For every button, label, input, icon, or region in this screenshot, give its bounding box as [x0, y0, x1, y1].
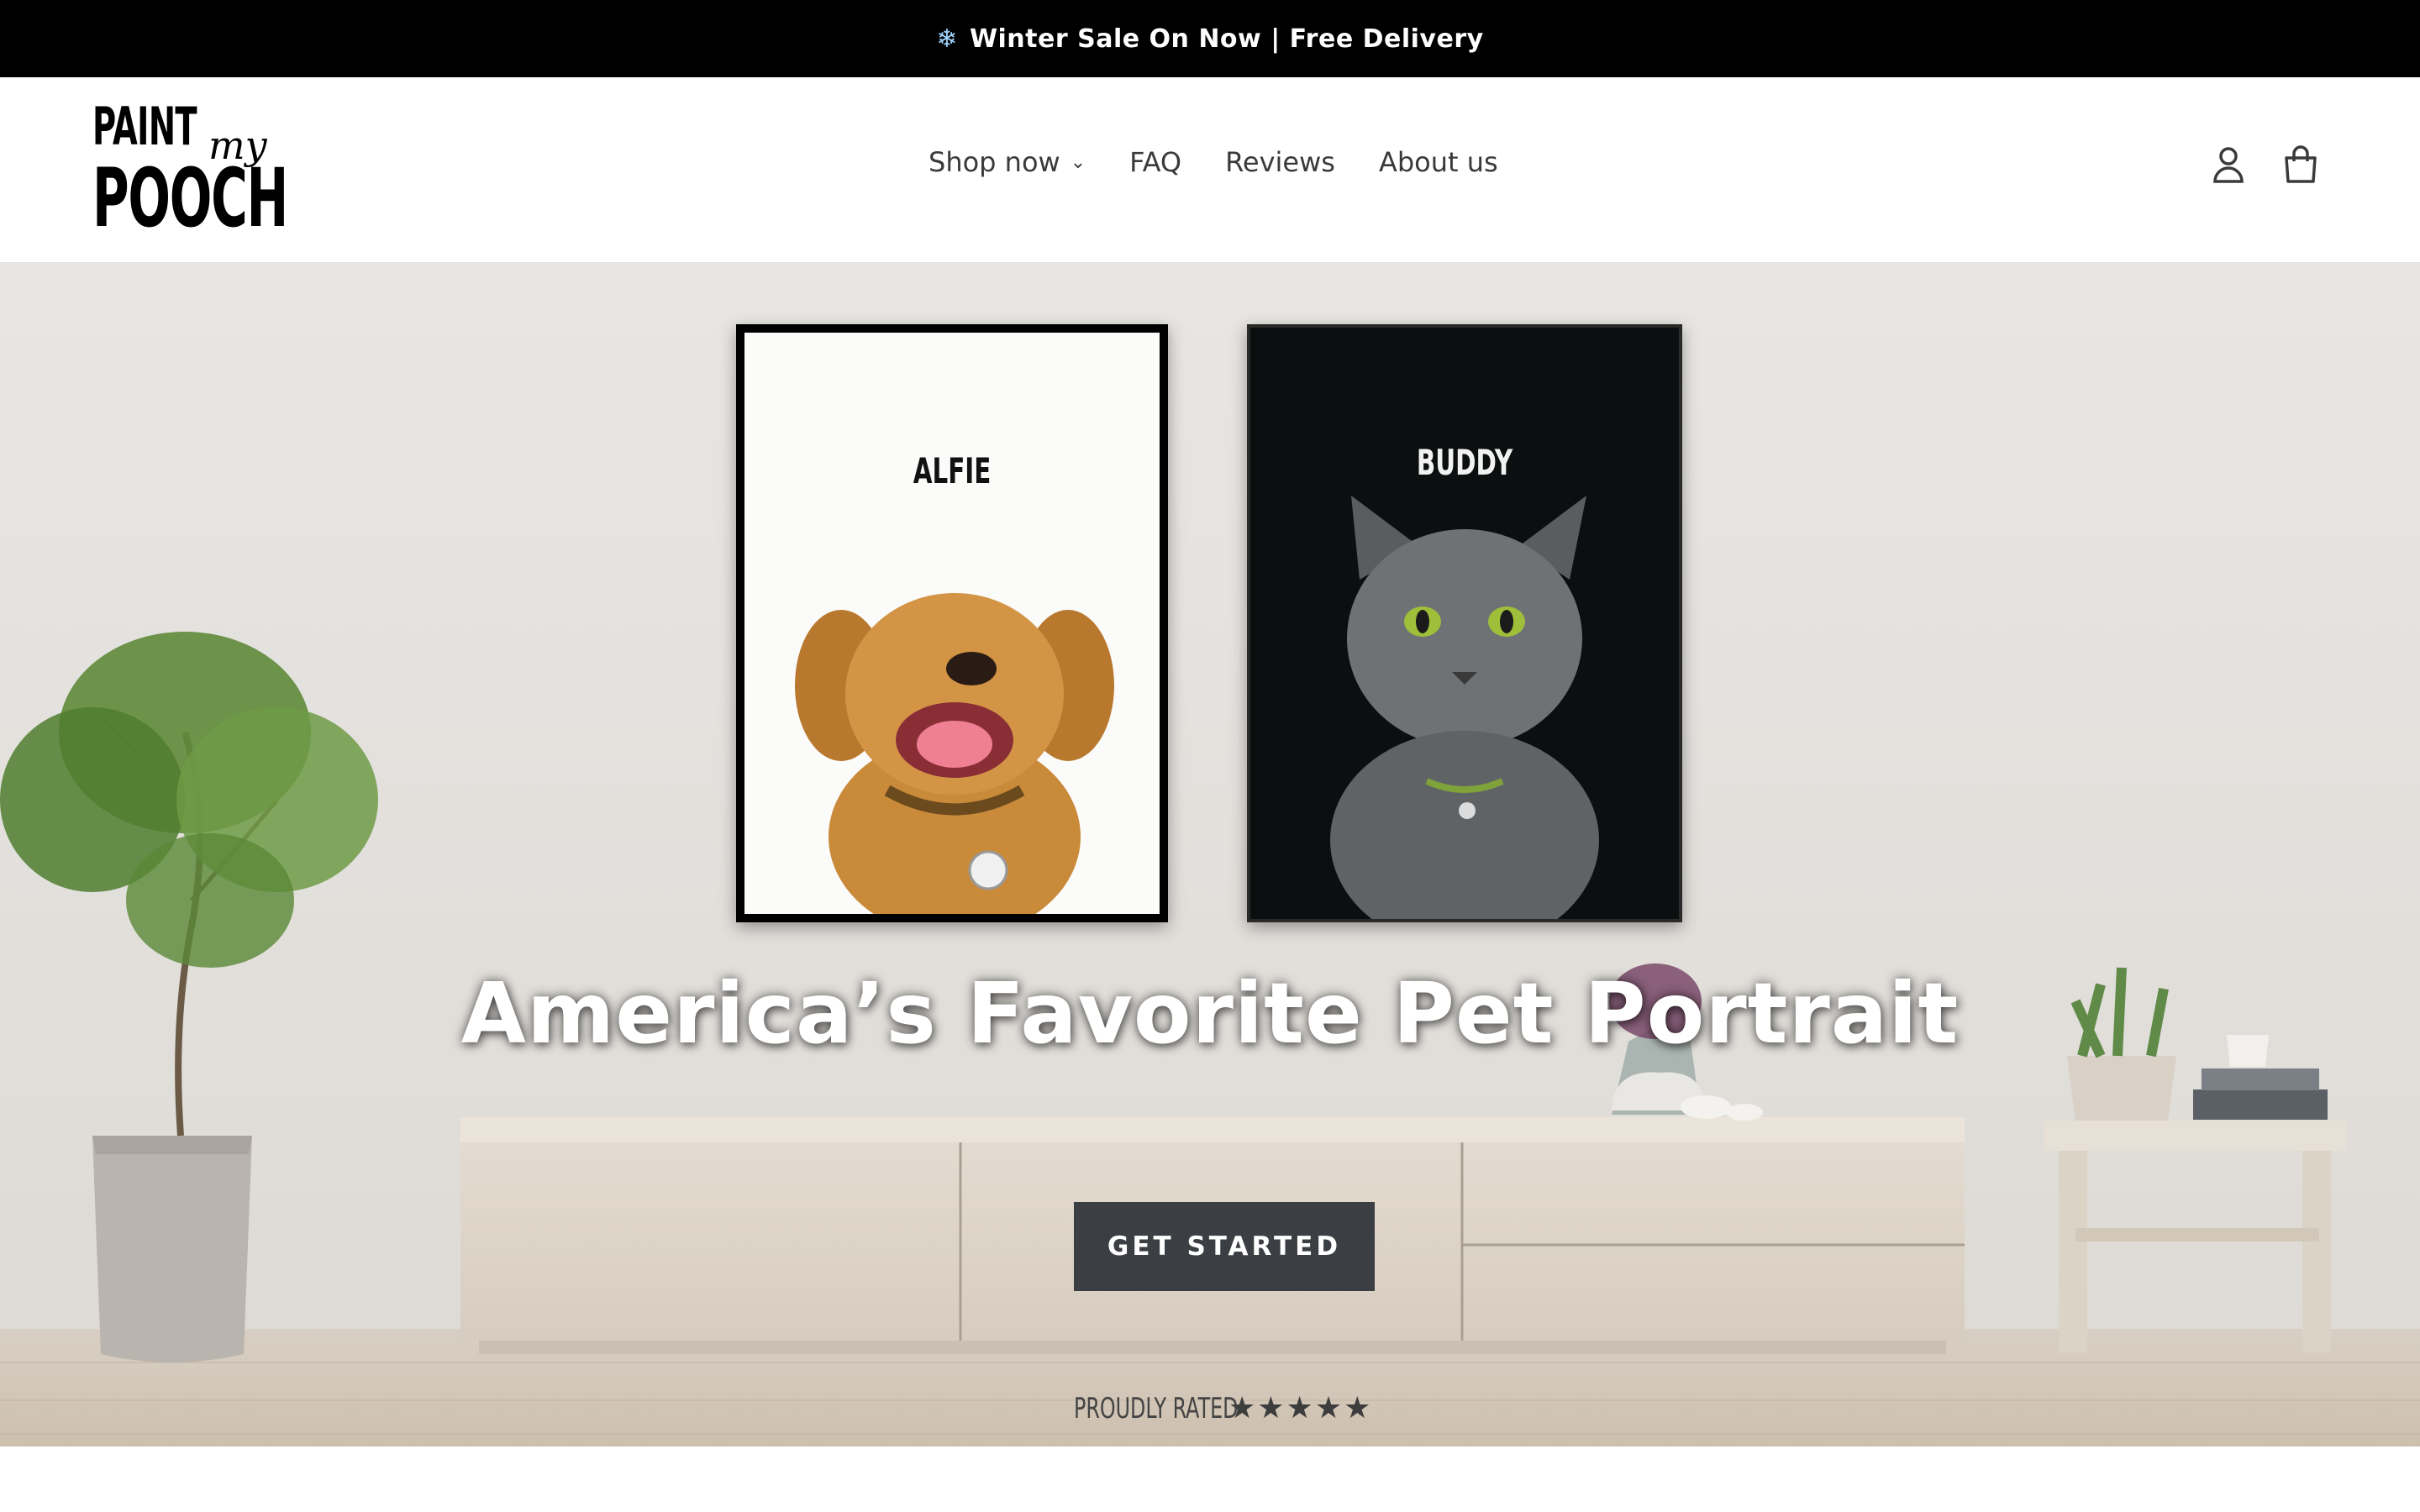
- nav-label: About us: [1378, 146, 1498, 178]
- hero-banner: ALFIE BUDDY America’s Favorite Pet Portr…: [0, 262, 2420, 1446]
- announcement-text: Winter Sale On Now | Free Delivery: [969, 24, 1484, 54]
- nav-label: FAQ: [1129, 146, 1182, 178]
- hero-headline: America’s Favorite Pet Portrait: [460, 964, 1960, 1063]
- logo-line1: PAINT: [92, 96, 197, 157]
- header-icons: [2210, 144, 2319, 185]
- nav-item-faq[interactable]: FAQ: [1129, 146, 1181, 178]
- main-nav: Shop now ⌄ FAQ Reviews About us: [929, 146, 1498, 178]
- portrait-frame-alfie: ALFIE: [736, 324, 1168, 922]
- site-header: PAINT my POOCH Shop now ⌄ FAQ Reviews Ab…: [0, 77, 2420, 262]
- nav-item-about-us[interactable]: About us: [1379, 146, 1498, 178]
- cat-illustration: [1330, 496, 1599, 919]
- snowflake-icon: ❄: [936, 24, 958, 54]
- nav-label: Shop now: [929, 146, 1060, 178]
- portrait-frame-buddy: BUDDY: [1247, 324, 1682, 922]
- get-started-button[interactable]: GET STARTED: [1074, 1202, 1375, 1291]
- nav-item-reviews[interactable]: Reviews: [1225, 146, 1335, 178]
- account-icon[interactable]: [2210, 144, 2247, 185]
- proudly-rated-badge: PROUDLY RATED ★★★★★: [1074, 1391, 1372, 1425]
- chevron-down-icon: ⌄: [1070, 151, 1086, 173]
- nav-item-shop-now[interactable]: Shop now ⌄: [929, 146, 1086, 178]
- logo-line2: POOCH: [92, 151, 288, 245]
- dog-illustration: [795, 593, 1114, 914]
- nav-label: Reviews: [1225, 146, 1335, 178]
- cart-icon[interactable]: [2282, 144, 2319, 185]
- star-rating: ★★★★★: [1228, 1391, 1373, 1425]
- logo[interactable]: PAINT my POOCH: [91, 96, 288, 239]
- rated-label: PROUDLY RATED: [1074, 1391, 1239, 1425]
- announcement-bar: ❄ Winter Sale On Now | Free Delivery: [0, 0, 2420, 77]
